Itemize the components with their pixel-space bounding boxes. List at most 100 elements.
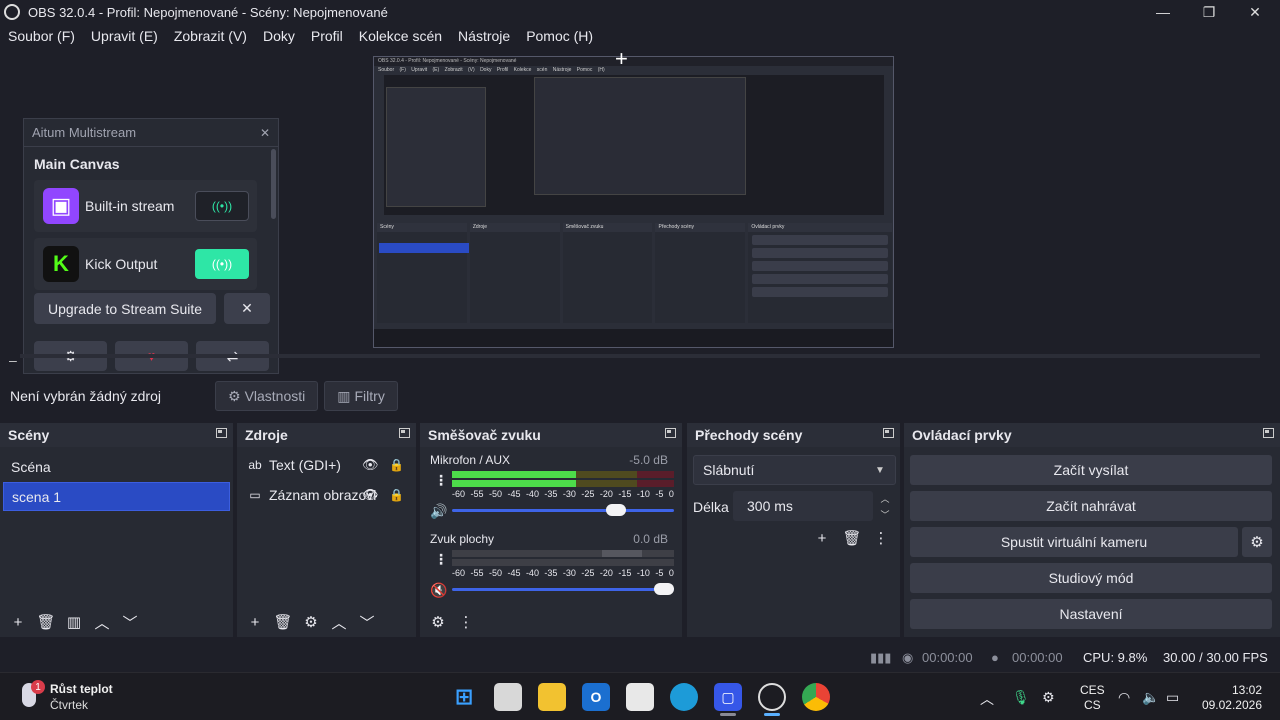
start-virtual-camera-button[interactable]: Spustit virtuální kameru [910,527,1238,557]
edge-icon[interactable] [670,683,698,711]
filters-button[interactable]: ▥ Filtry [324,381,398,411]
obs-taskbar-icon[interactable] [758,683,786,711]
add-icon[interactable]: + [241,609,269,635]
menu-tools[interactable]: Nástroje [450,28,518,44]
filter-icon[interactable]: ▥ [60,609,88,635]
minimize-button[interactable]: — [1140,0,1186,24]
dock-header: Směšovač zvuku [420,423,682,447]
start-recording-button[interactable]: Začít nahrávat [910,491,1272,521]
task-view-icon[interactable] [494,683,522,711]
collapse-icon[interactable]: – [9,352,17,368]
dock-scrollbar[interactable] [271,149,276,219]
trash-icon[interactable]: 🗑 [32,609,60,635]
menu-scene-collection[interactable]: Kolekce scén [351,28,450,44]
add-icon[interactable]: + [4,609,32,635]
studio-mode-button[interactable]: Studiový mód [910,563,1272,593]
transition-select[interactable]: Slábnutí ▼ [693,455,896,485]
speaker-icon[interactable]: 🔊 [430,503,447,520]
dismiss-button[interactable]: ✕ [224,293,270,324]
toggle-stream-button[interactable]: ((•)) [195,191,249,221]
kebab-menu-icon[interactable]: ⋮ [452,609,480,635]
trash-icon[interactable]: 🗑 [838,525,866,551]
scene-item[interactable]: Scéna [3,452,230,481]
upgrade-button[interactable]: Upgrade to Stream Suite [34,293,216,324]
channel-name: Zvuk plochy [430,532,495,546]
gear-icon[interactable]: ⚙ [297,609,325,635]
clock[interactable]: 13:02 09.02.2026 [1200,683,1262,713]
float-dock-icon[interactable] [399,428,410,438]
virtual-camera-settings-button[interactable]: ⚙ [1242,527,1272,557]
lock-icon[interactable]: 🔒 [389,458,404,472]
menu-help[interactable]: Pomoc (H) [518,28,601,44]
float-dock-icon[interactable] [883,428,894,438]
move-up-icon[interactable]: ︿ [325,609,353,635]
outlook-icon[interactable]: O [582,683,610,711]
volume-muted-icon[interactable]: 🔈 [1142,689,1159,706]
spin-down-icon[interactable]: ﹀ [877,507,893,521]
mixer-dock: Směšovač zvuku Mikrofon / AUX -5.0 dB ⋮ … [420,423,682,637]
move-down-icon[interactable]: ﹀ [353,609,381,635]
float-dock-icon[interactable] [665,428,676,438]
dock-header: Scény [0,423,233,447]
accessibility-icon[interactable]: ⚙ [1042,689,1055,706]
kebab-menu-icon[interactable]: ⋮ [434,551,448,568]
aitum-close-icon[interactable]: ✕ [260,119,270,147]
duration-field[interactable]: 300 ms [733,491,873,521]
wifi-icon[interactable]: ◠ [1118,689,1130,706]
toggle-stream-button[interactable]: ((•)) [195,249,249,279]
volume-slider[interactable] [452,504,674,516]
eye-icon[interactable]: 👁 [362,457,379,473]
eye-icon[interactable]: 👁 [362,487,379,503]
float-dock-icon[interactable] [216,428,227,438]
file-explorer-icon[interactable] [538,683,566,711]
advanced-audio-icon[interactable]: ⚙ [424,609,452,635]
preview-canvas[interactable]: OBS 32.0.4 - Profil: Nepojmenované - Scé… [373,56,894,348]
preview-nested-selection [379,243,469,253]
maximize-button[interactable]: ❐ [1186,0,1232,24]
windows-start-icon[interactable]: ⊞ [450,683,478,711]
volume-knob[interactable] [605,504,626,516]
volume-knob[interactable] [654,583,674,595]
menu-file[interactable]: Soubor (F) [0,28,83,44]
preview-nested-inner [534,77,746,195]
properties-button[interactable]: ⚙ Vlastnosti [215,381,319,411]
app-icon[interactable]: ▢ [714,683,742,711]
close-button[interactable]: ✕ [1232,0,1278,24]
output-row-kick: K Kick Output ((•)) [34,238,257,290]
active-app-indicator [764,713,780,716]
microphone-icon[interactable]: 🎙 [1012,689,1030,706]
chrome-icon[interactable] [802,683,830,711]
move-down-icon[interactable]: ﹀ [116,609,144,635]
chevron-up-icon[interactable]: ︿ [980,689,994,709]
language-indicator[interactable]: CES CS [1080,683,1105,713]
kebab-menu-icon[interactable]: ⋮ [867,525,895,551]
settings-button[interactable]: Nastavení [910,599,1272,629]
muted-speaker-icon[interactable]: 🔇 [430,582,447,599]
menu-profile[interactable]: Profil [303,28,351,44]
meter-tick-label: -60 [452,489,466,499]
source-item[interactable]: ▭ Záznam obrazovky 👁 🔒 [237,480,416,510]
preview-scrollbar[interactable] [20,354,1260,358]
trash-icon[interactable]: 🗑 [269,609,297,635]
spin-up-icon[interactable]: ︿ [877,491,893,505]
microsoft-store-icon[interactable] [626,683,654,711]
menu-bar: Soubor (F) Upravit (E) Zobrazit (V) Doky… [0,24,601,48]
volume-slider[interactable] [452,583,674,595]
move-up-icon[interactable]: ︿ [88,609,116,635]
start-streaming-button[interactable]: Začít vysílat [910,455,1272,485]
menu-edit[interactable]: Upravit (E) [83,28,166,44]
meter-tick-label: -35 [544,489,558,499]
lock-icon[interactable]: 🔒 [389,488,404,502]
add-icon[interactable]: + [808,525,836,551]
scene-item-selected[interactable]: scena 1 [3,482,230,511]
source-item[interactable]: ab Text (GDI+) 👁 🔒 [237,450,416,480]
dock-title: Směšovač zvuku [428,427,541,443]
weather-widget[interactable]: 1 Růst teplot Čtvrtek [22,680,122,715]
battery-icon[interactable]: ▭ [1166,689,1179,706]
kebab-menu-icon[interactable]: ⋮ [434,472,448,489]
broadcast-icon: ((•)) [211,257,233,271]
float-dock-icon[interactable] [1263,428,1274,438]
menu-view[interactable]: Zobrazit (V) [166,28,255,44]
language-top: CES [1080,683,1105,697]
menu-docks[interactable]: Doky [255,28,303,44]
